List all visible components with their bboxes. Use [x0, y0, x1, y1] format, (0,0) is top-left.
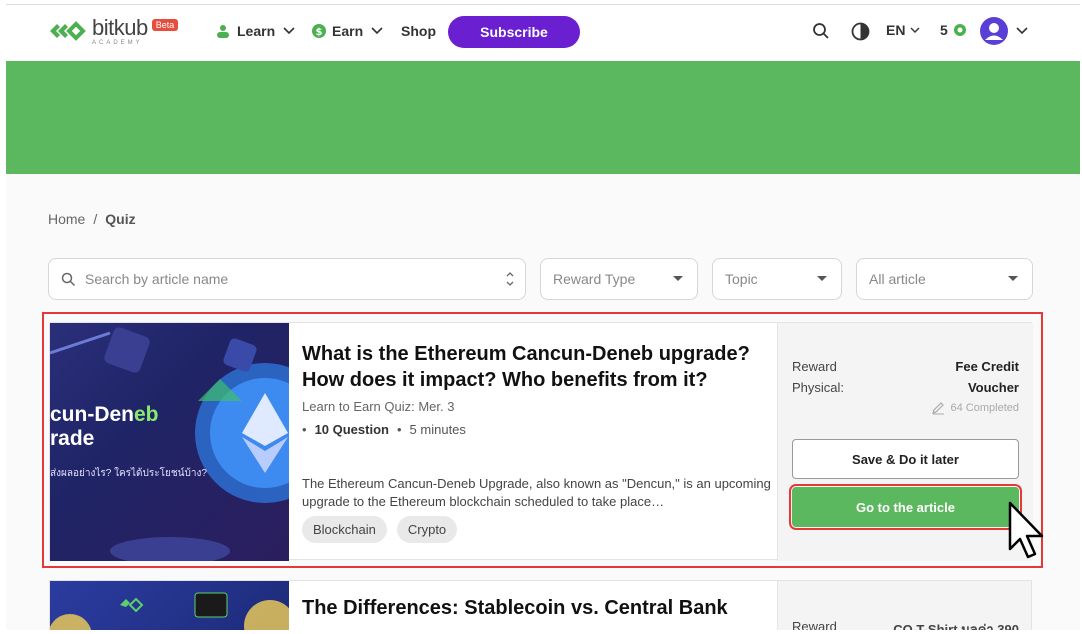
- sort-updown-icon: [505, 270, 515, 288]
- duration: 5 minutes: [409, 422, 466, 437]
- save-do-later-button[interactable]: Save & Do it later: [792, 439, 1019, 479]
- quiz-card[interactable]: cun-Deneb rade ส่งผลอย่างไร? ใครได้ประโย…: [49, 322, 1033, 561]
- points-counter[interactable]: 5: [940, 22, 967, 38]
- caret-down-icon: [817, 276, 827, 281]
- learn-icon: [215, 24, 231, 38]
- caret-down-icon: [1008, 276, 1018, 281]
- pencil-icon: [931, 401, 945, 415]
- tag-crypto[interactable]: Crypto: [396, 516, 458, 543]
- breadcrumb-home[interactable]: Home: [48, 211, 85, 227]
- language-label: EN: [886, 22, 906, 38]
- card-action-panel: Reward Fee Credit Physical: Voucher 64 C…: [777, 323, 1033, 561]
- subscribe-button[interactable]: Subscribe: [448, 16, 580, 48]
- go-to-article-button[interactable]: Go to the article: [789, 484, 1022, 530]
- card-action-panel: Reward CO T-Shirt มูลค่า 390: [777, 581, 1031, 630]
- physical-value: Voucher: [967, 380, 1019, 395]
- breadcrumb: Home / Quiz: [48, 211, 136, 227]
- nav-earn[interactable]: $ Earn: [312, 23, 383, 39]
- logo-word: bitkub: [92, 14, 148, 40]
- thumbnail-title: cun-Deneb rade: [50, 403, 159, 450]
- nav-shop-label: Shop: [401, 23, 436, 39]
- reward-value: CO T-Shirt มูลค่า 390: [893, 622, 1019, 630]
- mouse-pointer-icon: [1006, 501, 1050, 566]
- article-filter-label: All article: [869, 271, 926, 287]
- nav-learn[interactable]: Learn: [215, 23, 295, 39]
- search-icon: [61, 272, 76, 287]
- browser-viewport: bitkub ACADEMY Beta Learn $ Earn Shop Su…: [6, 4, 1080, 630]
- quiz-thumbnail: cun-Deneb rade ส่งผลอย่างไร? ใครได้ประโย…: [50, 323, 289, 561]
- card-meta: Learn to Earn Quiz: Mer. 3: [302, 399, 455, 414]
- search-input[interactable]: Search by article name: [48, 258, 526, 300]
- chevron-down-icon: [910, 27, 920, 34]
- reward-row: Reward Fee Credit: [792, 359, 1019, 374]
- topic-select[interactable]: Topic: [712, 258, 842, 300]
- search-placeholder: Search by article name: [85, 271, 229, 287]
- points-gear-icon: [953, 23, 967, 37]
- thumbnail-subtitle: ส่งผลอย่างไร? ใครได้ประโยชน์บ้าง?: [50, 468, 207, 479]
- physical-label: Physical:: [792, 380, 845, 395]
- reward-value: Fee Credit: [955, 359, 1019, 374]
- beta-badge: Beta: [151, 19, 179, 31]
- hero-banner: [6, 61, 1080, 174]
- nav-earn-label: Earn: [332, 23, 364, 39]
- reward-label: Reward: [792, 359, 837, 374]
- tag-list: Blockchain Crypto: [302, 516, 458, 543]
- caret-down-icon: [673, 276, 683, 281]
- nav-learn-label: Learn: [237, 23, 276, 39]
- language-selector[interactable]: EN: [886, 22, 920, 38]
- quiz-thumbnail: [50, 581, 289, 630]
- bitkub-academy-logo[interactable]: bitkub ACADEMY Beta: [48, 14, 179, 46]
- user-menu[interactable]: [980, 17, 1028, 45]
- reward-type-select[interactable]: Reward Type: [540, 258, 698, 300]
- article-filter-select[interactable]: All article: [856, 258, 1033, 300]
- svg-text:$: $: [316, 27, 323, 38]
- nav-shop[interactable]: Shop: [401, 23, 436, 39]
- chevron-down-icon: [283, 27, 295, 35]
- avatar: [980, 17, 1008, 45]
- physical-row: Physical: Voucher: [792, 380, 1019, 395]
- topic-label: Topic: [725, 271, 758, 287]
- tag-blockchain[interactable]: Blockchain: [302, 516, 387, 543]
- top-navigation: bitkub ACADEMY Beta Learn $ Earn Shop Su…: [6, 5, 1080, 61]
- bitkub-logo-icon: [48, 16, 86, 46]
- coin-icon: $: [312, 24, 326, 38]
- breadcrumb-separator: /: [93, 211, 98, 227]
- chevron-down-icon: [371, 27, 383, 35]
- card-title[interactable]: What is the Ethereum Cancun-Deneb upgrad…: [302, 341, 772, 393]
- card-description: The Ethereum Cancun-Deneb Upgrade, also …: [302, 476, 771, 509]
- points-value: 5: [940, 22, 948, 38]
- reward-type-label: Reward Type: [553, 271, 636, 287]
- card-title[interactable]: The Differences: Stablecoin vs. Central …: [302, 597, 728, 620]
- quiz-card[interactable]: The Differences: Stablecoin vs. Central …: [49, 580, 1032, 630]
- question-count: 10 Question: [314, 422, 389, 437]
- reward-row: Reward CO T-Shirt มูลค่า 390: [792, 619, 1019, 630]
- logo-subtitle: ACADEMY: [92, 39, 143, 46]
- completed-count: 64 Completed: [931, 401, 1019, 415]
- theme-toggle-icon[interactable]: [851, 22, 870, 41]
- breadcrumb-current: Quiz: [105, 211, 136, 227]
- card-question-info: • 10 Question • 5 minutes: [302, 422, 466, 437]
- quiz-list-section: Home / Quiz Search by article name Rewar…: [6, 174, 1080, 630]
- chevron-down-icon: [1016, 27, 1028, 35]
- reward-label: Reward: [792, 619, 837, 630]
- search-icon[interactable]: [812, 22, 830, 40]
